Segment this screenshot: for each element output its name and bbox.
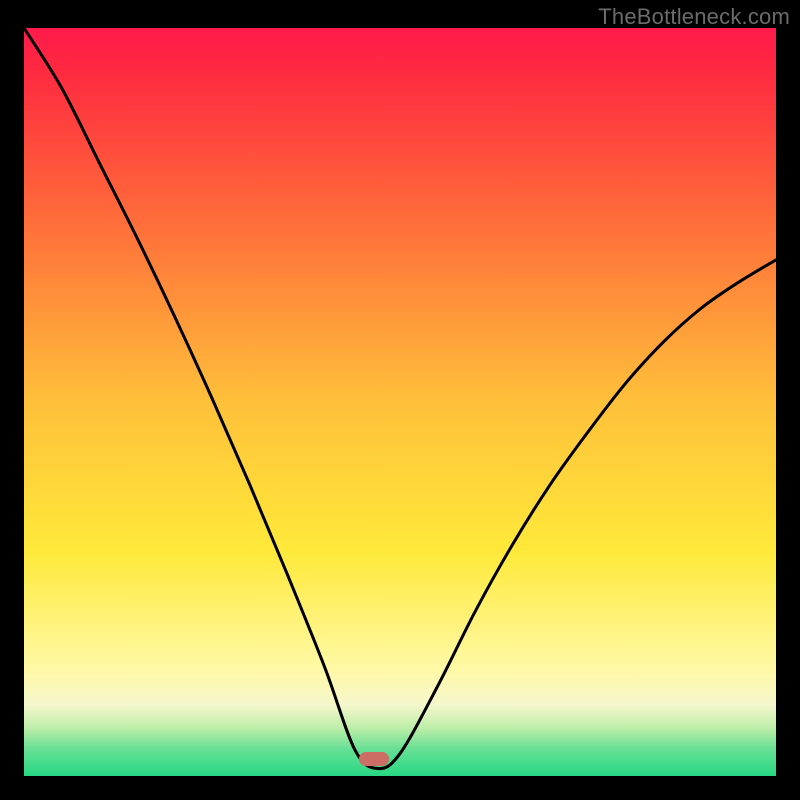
watermark-text: TheBottleneck.com: [598, 4, 790, 30]
chart-svg: [24, 28, 776, 776]
gradient-rect: [24, 28, 776, 776]
optimum-marker: [359, 752, 389, 766]
chart-stage: TheBottleneck.com: [0, 0, 800, 800]
plot-frame: [24, 28, 776, 776]
